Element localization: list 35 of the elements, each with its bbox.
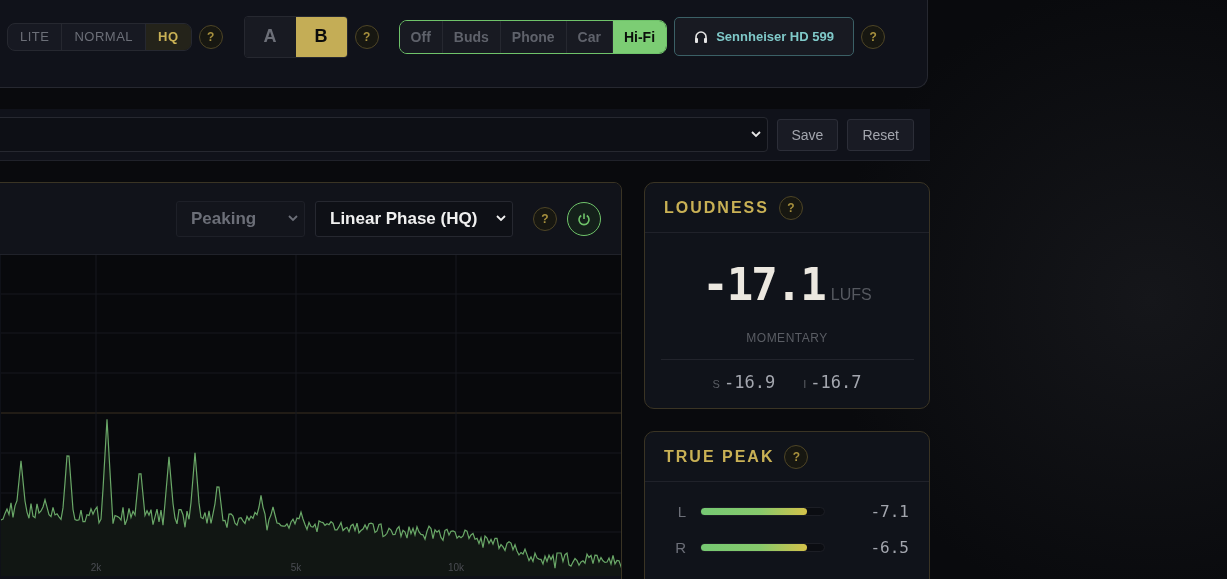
chevron-down-icon: [288, 215, 298, 222]
loudness-mode: MOMENTARY: [660, 331, 914, 360]
ab-slot-button[interactable]: B: [295, 16, 347, 57]
quality-option[interactable]: LITE: [8, 23, 63, 50]
target-option[interactable]: Hi-Fi: [612, 20, 667, 53]
loudness-value: -17.1: [702, 259, 825, 310]
channel-label: R: [674, 538, 687, 556]
frequency-label: 5k: [290, 562, 302, 573]
reading-value: -16.9: [723, 372, 776, 392]
quality-option[interactable]: HQ: [146, 23, 191, 50]
power-icon: [577, 211, 591, 226]
card-title: TRUE PEAK: [664, 447, 775, 466]
reading-value: -16.7: [810, 372, 862, 392]
card-title: LOUDNESS: [664, 198, 769, 217]
peak-reading: -7.1: [870, 501, 910, 521]
peak-reading: -6.5: [870, 537, 910, 557]
reading-label: S: [712, 378, 720, 390]
help-button[interactable]: ?: [861, 24, 886, 49]
loudness-unit: LUFS: [830, 286, 872, 304]
chevron-down-icon: [750, 131, 761, 138]
help-button[interactable]: ?: [533, 206, 557, 231]
chevron-down-icon: [496, 215, 506, 222]
power-button[interactable]: [567, 201, 601, 236]
ab-slot-button[interactable]: A: [244, 16, 296, 57]
channel-label: L: [676, 502, 687, 520]
preset-action-button[interactable]: Reset: [847, 118, 914, 151]
help-button[interactable]: ?: [354, 24, 379, 49]
phase-mode-dropdown[interactable]: Linear Phase (HQ): [315, 200, 513, 237]
preset-action-button[interactable]: Save: [776, 118, 839, 151]
headphones-icon: [694, 29, 709, 44]
headphone-button[interactable]: Sennheiser HD 599: [674, 17, 855, 56]
help-button[interactable]: ?: [784, 444, 809, 469]
help-button[interactable]: ?: [778, 195, 803, 220]
help-button[interactable]: ?: [198, 24, 223, 49]
frequency-label: 2k: [90, 562, 102, 573]
